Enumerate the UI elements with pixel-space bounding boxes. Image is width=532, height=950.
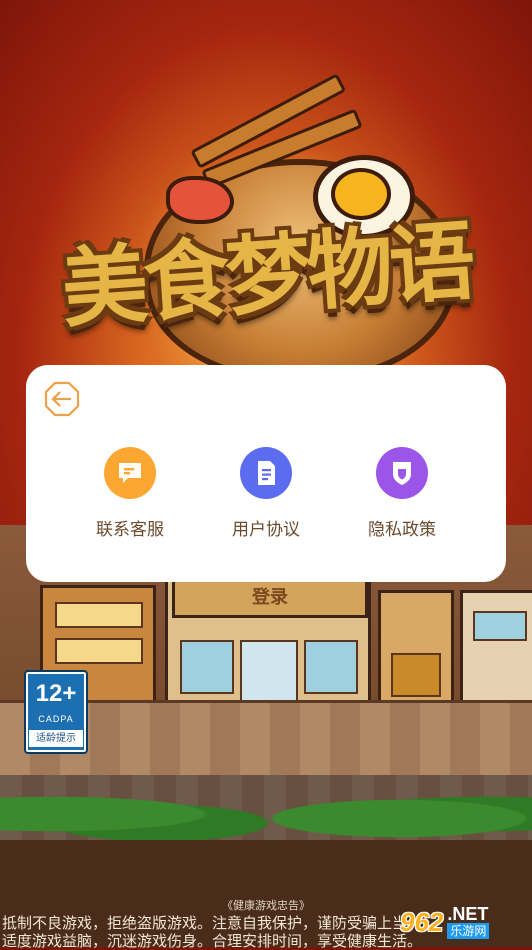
dialog-overlay: 联系客服 用户协议 隐私政策 (0, 0, 532, 947)
customer-service-icon (104, 447, 156, 499)
privacy-policy-label: 隐私政策 (368, 520, 436, 540)
privacy-policy-button[interactable]: 隐私政策 (334, 447, 470, 540)
user-agreement-button[interactable]: 用户协议 (198, 447, 334, 540)
document-icon (240, 447, 292, 499)
back-button[interactable] (44, 381, 80, 417)
contact-support-button[interactable]: 联系客服 (62, 447, 198, 540)
user-agreement-label: 用户协议 (232, 520, 300, 540)
dialog-menu: 联系客服 用户协议 隐私政策 (26, 447, 506, 540)
back-arrow-icon (44, 381, 80, 417)
contact-support-label: 联系客服 (96, 520, 164, 540)
settings-dialog: 联系客服 用户协议 隐私政策 (26, 365, 506, 582)
shield-icon (376, 447, 428, 499)
